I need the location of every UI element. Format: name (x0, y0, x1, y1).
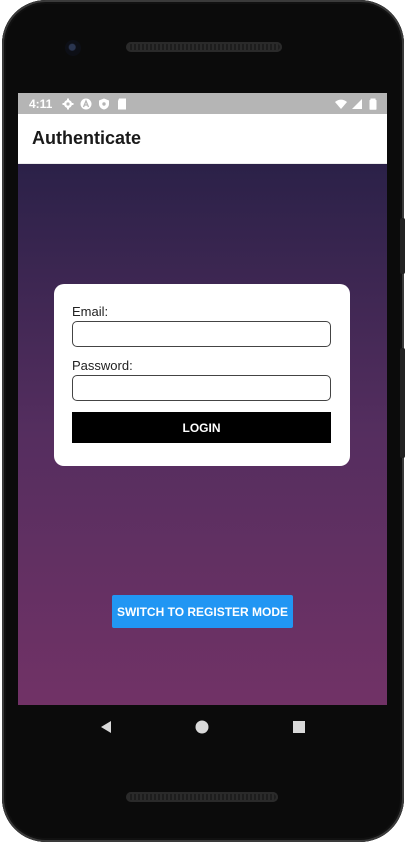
login-card: Email: Password: LOGIN (54, 284, 350, 466)
system-nav-bar (18, 705, 387, 749)
gear-icon (62, 98, 74, 109)
status-time: 4:11 (29, 96, 53, 111)
email-field[interactable] (72, 321, 331, 347)
email-label: Email: (72, 304, 109, 319)
shield-icon (99, 98, 110, 109)
signal-icon (352, 98, 362, 109)
app-bar: Authenticate (18, 114, 387, 164)
password-label: Password: (72, 358, 133, 373)
top-speaker (126, 42, 282, 52)
status-right-icons (335, 98, 379, 110)
auth-background: Email: Password: LOGIN SWITCH TO REGISTE… (18, 164, 387, 705)
login-button[interactable]: LOGIN (72, 412, 331, 443)
password-field[interactable] (72, 375, 331, 401)
a-icon (80, 98, 92, 109)
status-bar: 4:11 (18, 93, 387, 114)
front-camera (65, 40, 81, 56)
page-title: Authenticate (32, 128, 142, 148)
battery-icon (369, 98, 377, 110)
status-left-icons (62, 98, 128, 110)
sd-card-icon (118, 98, 127, 109)
bottom-speaker (126, 792, 278, 802)
power-button (400, 348, 405, 458)
wifi-icon (335, 99, 347, 109)
switch-mode-button[interactable]: SWITCH TO REGISTER MODE (112, 595, 293, 628)
screen: 4:11 Authenticate Email: Password: LOGIN… (18, 93, 387, 705)
home-icon[interactable] (192, 717, 212, 737)
volume-button (400, 218, 405, 274)
recents-icon[interactable] (289, 717, 309, 737)
back-icon[interactable] (96, 717, 116, 737)
